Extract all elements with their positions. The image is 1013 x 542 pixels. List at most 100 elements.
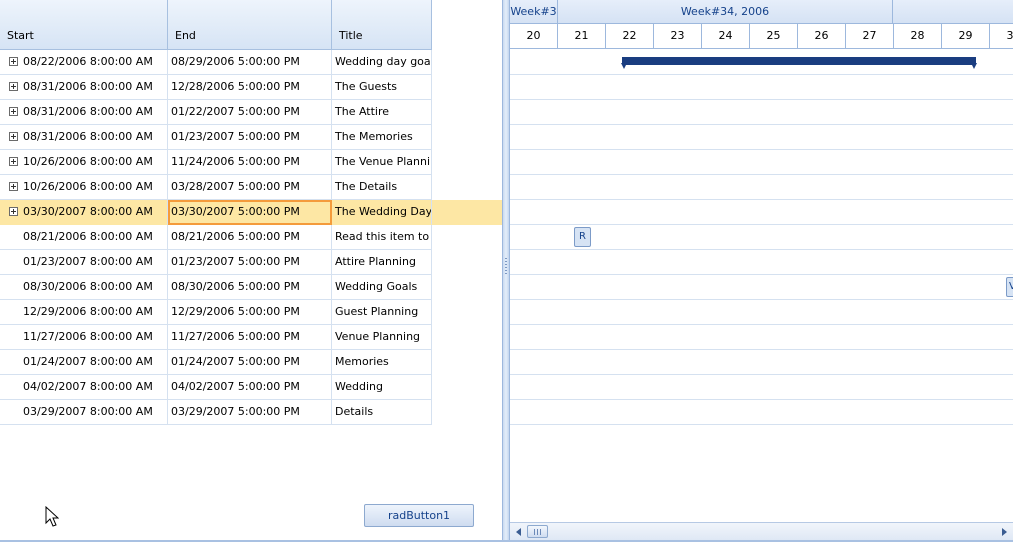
timeline-row xyxy=(510,275,1013,300)
task-item[interactable]: V xyxy=(1006,277,1013,297)
title-cell[interactable]: The Wedding Day xyxy=(332,200,432,225)
end-cell[interactable]: 12/28/2006 5:00:00 PM xyxy=(168,75,332,100)
row-filler xyxy=(432,325,502,350)
title-cell[interactable]: The Memories xyxy=(332,125,432,150)
title-cell[interactable]: Details xyxy=(332,400,432,425)
table-row[interactable]: 03/30/2007 8:00:00 AM 03/30/2007 5:00:00 … xyxy=(0,200,502,225)
scrollbar-thumb[interactable] xyxy=(527,525,548,538)
start-cell[interactable]: 11/27/2006 8:00:00 AM xyxy=(0,325,168,350)
row-filler xyxy=(432,350,502,375)
end-cell[interactable]: 12/29/2006 5:00:00 PM xyxy=(168,300,332,325)
timeline-day: 22 xyxy=(606,24,654,48)
table-row[interactable]: 08/31/2006 8:00:00 AM 12/28/2006 5:00:00 … xyxy=(0,75,502,100)
gantt-timeline: Week#3 Week#34, 2006 20 21 22 23 24 25 26 27 28 2… xyxy=(510,0,1013,542)
task-item[interactable]: R xyxy=(574,227,591,247)
end-cell[interactable]: 08/29/2006 5:00:00 PM xyxy=(168,50,332,75)
splitter[interactable] xyxy=(502,0,510,542)
table-row[interactable]: 08/21/2006 8:00:00 AM 08/21/2006 5:00:00 … xyxy=(0,225,502,250)
table-row[interactable]: 01/24/2007 8:00:00 AM 01/24/2007 5:00:00 … xyxy=(0,350,502,375)
table-row[interactable]: 08/31/2006 8:00:00 AM 01/23/2007 5:00:00 … xyxy=(0,125,502,150)
start-text: 03/29/2007 8:00:00 AM xyxy=(23,405,153,418)
expand-icon[interactable] xyxy=(9,207,18,216)
start-cell[interactable]: 01/23/2007 8:00:00 AM xyxy=(0,250,168,275)
column-header-end[interactable]: End xyxy=(168,0,332,50)
title-cell[interactable]: Venue Planning xyxy=(332,325,432,350)
row-filler xyxy=(432,400,502,425)
expand-icon[interactable] xyxy=(9,57,18,66)
start-cell[interactable]: 10/26/2006 8:00:00 AM xyxy=(0,175,168,200)
timeline-row xyxy=(510,150,1013,175)
expand-icon[interactable] xyxy=(9,107,18,116)
end-cell[interactable]: 01/23/2007 5:00:00 PM xyxy=(168,250,332,275)
end-cell[interactable]: 08/21/2006 5:00:00 PM xyxy=(168,225,332,250)
expand-icon[interactable] xyxy=(9,157,18,166)
row-filler xyxy=(432,100,502,125)
end-cell[interactable]: 01/23/2007 5:00:00 PM xyxy=(168,125,332,150)
start-cell[interactable]: 10/26/2006 8:00:00 AM xyxy=(0,150,168,175)
end-cell[interactable]: 11/27/2006 5:00:00 PM xyxy=(168,325,332,350)
title-cell[interactable]: Wedding day goal xyxy=(332,50,432,75)
timeline-row xyxy=(510,350,1013,375)
timeline-week: Week#3 xyxy=(510,0,558,24)
horizontal-scrollbar[interactable] xyxy=(510,522,1013,540)
column-header-title[interactable]: Title xyxy=(332,0,432,50)
timeline-row xyxy=(510,100,1013,125)
title-cell[interactable]: Guest Planning xyxy=(332,300,432,325)
timeline-week: Week#34, 2006 xyxy=(558,0,893,24)
expand-icon[interactable] xyxy=(9,182,18,191)
table-row[interactable]: 08/30/2006 8:00:00 AM 08/30/2006 5:00:00 … xyxy=(0,275,502,300)
title-cell[interactable]: Read this item to xyxy=(332,225,432,250)
table-row[interactable]: 08/22/2006 8:00:00 AM 08/29/2006 5:00:00 … xyxy=(0,50,502,75)
end-cell[interactable]: 08/30/2006 5:00:00 PM xyxy=(168,275,332,300)
title-cell[interactable]: Wedding Goals xyxy=(332,275,432,300)
title-cell[interactable]: The Guests xyxy=(332,75,432,100)
end-cell[interactable]: 03/28/2007 5:00:00 PM xyxy=(168,175,332,200)
title-cell[interactable]: The Details xyxy=(332,175,432,200)
column-header-start[interactable]: Start xyxy=(0,0,168,50)
end-cell[interactable]: 04/02/2007 5:00:00 PM xyxy=(168,375,332,400)
start-cell[interactable]: 08/31/2006 8:00:00 AM xyxy=(0,75,168,100)
title-cell[interactable]: The Attire xyxy=(332,100,432,125)
timeline-row xyxy=(510,300,1013,325)
table-row[interactable]: 12/29/2006 8:00:00 AM 12/29/2006 5:00:00 … xyxy=(0,300,502,325)
start-cell[interactable]: 08/31/2006 8:00:00 AM xyxy=(0,125,168,150)
table-row[interactable]: 11/27/2006 8:00:00 AM 11/27/2006 5:00:00 … xyxy=(0,325,502,350)
title-cell[interactable]: The Venue Plannin xyxy=(332,150,432,175)
timeline-row xyxy=(510,125,1013,150)
rad-button[interactable]: radButton1 xyxy=(364,504,474,527)
start-cell[interactable]: 03/30/2007 8:00:00 AM xyxy=(0,200,168,225)
start-text: 08/21/2006 8:00:00 AM xyxy=(23,230,153,243)
expand-icon[interactable] xyxy=(9,132,18,141)
start-cell[interactable]: 01/24/2007 8:00:00 AM xyxy=(0,350,168,375)
start-cell[interactable]: 08/31/2006 8:00:00 AM xyxy=(0,100,168,125)
end-cell[interactable]: 03/30/2007 5:00:00 PM xyxy=(168,200,332,225)
timeline-row xyxy=(510,250,1013,275)
start-cell[interactable]: 04/02/2007 8:00:00 AM xyxy=(0,375,168,400)
table-row[interactable]: 10/26/2006 8:00:00 AM 03/28/2007 5:00:00 … xyxy=(0,175,502,200)
start-cell[interactable]: 08/22/2006 8:00:00 AM xyxy=(0,50,168,75)
scroll-left-icon[interactable] xyxy=(516,528,521,536)
title-cell[interactable]: Memories xyxy=(332,350,432,375)
end-cell[interactable]: 01/22/2007 5:00:00 PM xyxy=(168,100,332,125)
end-cell[interactable]: 11/24/2006 5:00:00 PM xyxy=(168,150,332,175)
summary-task-bar[interactable] xyxy=(621,57,977,69)
start-cell[interactable]: 08/21/2006 8:00:00 AM xyxy=(0,225,168,250)
table-row[interactable]: 04/02/2007 8:00:00 AM 04/02/2007 5:00:00 … xyxy=(0,375,502,400)
table-row[interactable]: 08/31/2006 8:00:00 AM 01/22/2007 5:00:00 … xyxy=(0,100,502,125)
table-row[interactable]: 03/29/2007 8:00:00 AM 03/29/2007 5:00:00 … xyxy=(0,400,502,425)
splitter-grip-icon[interactable] xyxy=(505,258,507,276)
expand-icon[interactable] xyxy=(9,82,18,91)
title-cell[interactable]: Wedding xyxy=(332,375,432,400)
start-cell[interactable]: 03/29/2007 8:00:00 AM xyxy=(0,400,168,425)
timeline-row xyxy=(510,325,1013,350)
table-row[interactable]: 01/23/2007 8:00:00 AM 01/23/2007 5:00:00 … xyxy=(0,250,502,275)
end-cell[interactable]: 03/29/2007 5:00:00 PM xyxy=(168,400,332,425)
table-row[interactable]: 10/26/2006 8:00:00 AM 11/24/2006 5:00:00 … xyxy=(0,150,502,175)
start-cell[interactable]: 12/29/2006 8:00:00 AM xyxy=(0,300,168,325)
end-cell[interactable]: 01/24/2007 5:00:00 PM xyxy=(168,350,332,375)
row-filler xyxy=(432,175,502,200)
title-cell[interactable]: Attire Planning xyxy=(332,250,432,275)
start-cell[interactable]: 08/30/2006 8:00:00 AM xyxy=(0,275,168,300)
timeline-row xyxy=(510,200,1013,225)
scroll-right-icon[interactable] xyxy=(1002,528,1007,536)
